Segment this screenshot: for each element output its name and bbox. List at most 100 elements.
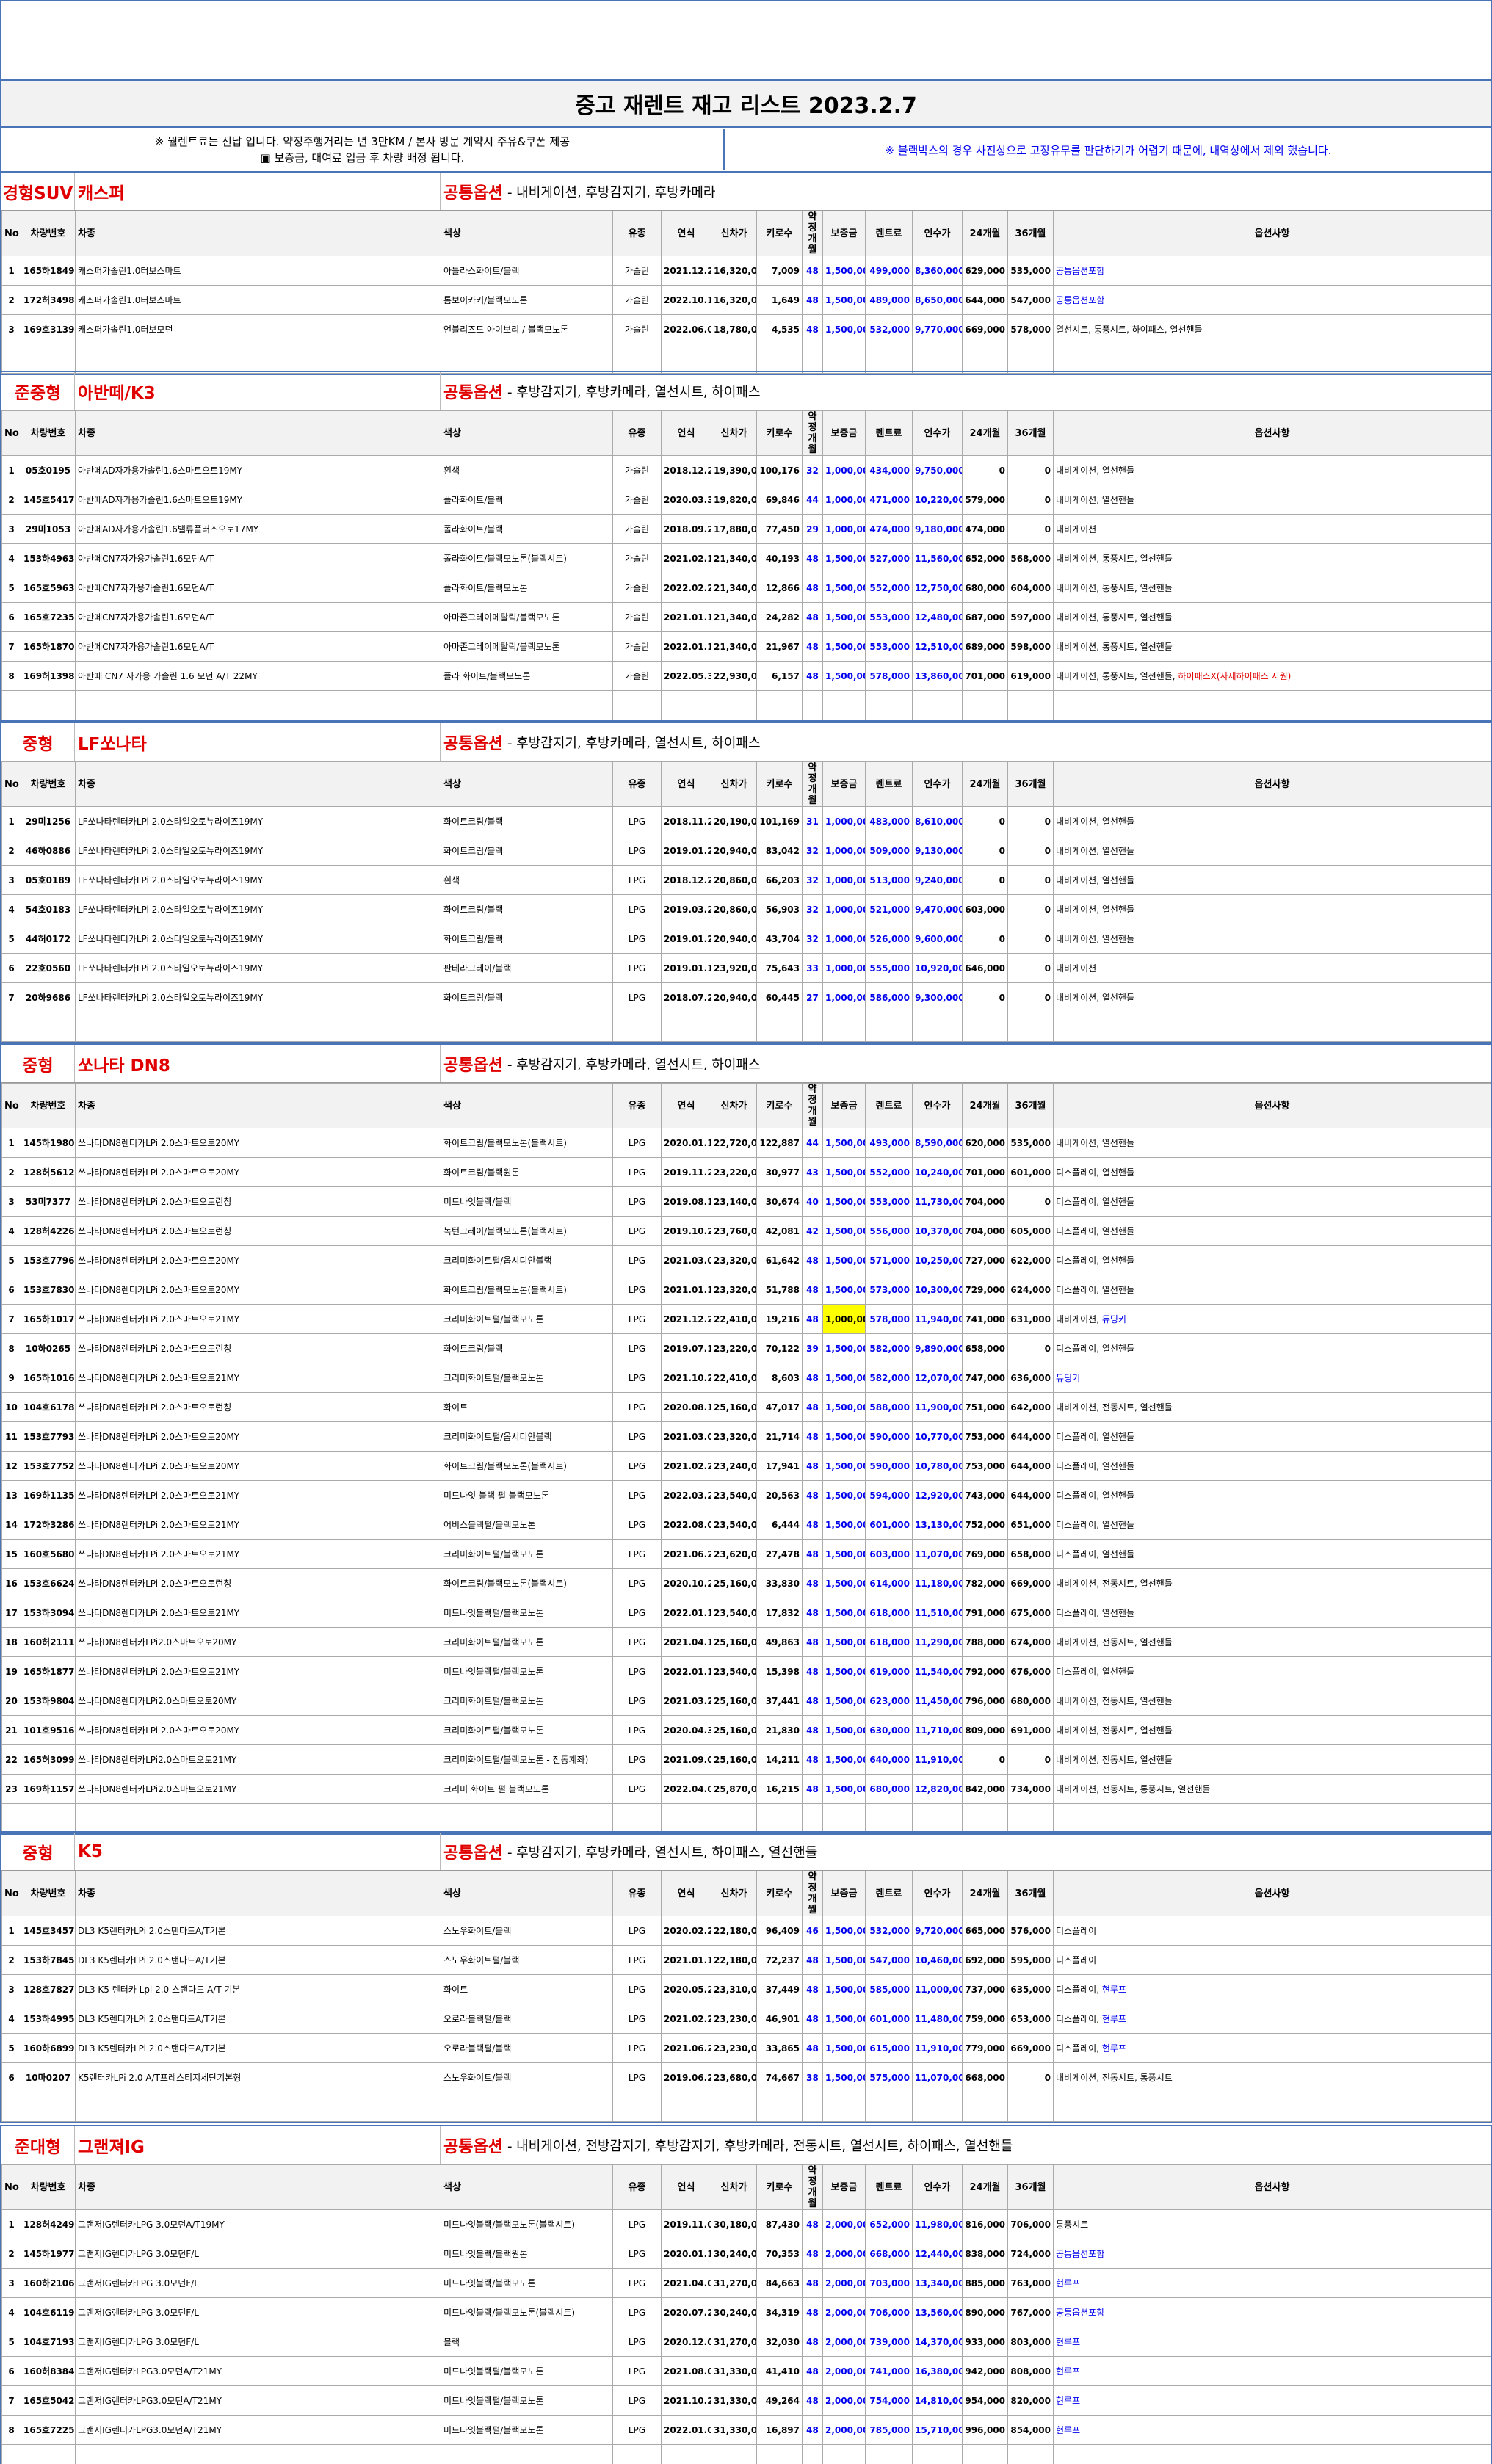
table-empty-row xyxy=(1,2444,1491,2464)
cell-new-price: 22,410,000 xyxy=(711,1363,757,1393)
cell-model: 쏘나타DN8렌터카LPi2.0스마트오토21MY xyxy=(75,1744,441,1775)
cell-rent: 578,000 xyxy=(865,1304,913,1334)
cell-model: 쏘나타DN8렌터카LPi2.0스마트오토21MY xyxy=(75,1774,441,1804)
header-no: No xyxy=(1,761,21,807)
empty-cell xyxy=(756,1803,803,1833)
cell-term: 48 xyxy=(802,1510,823,1540)
page-title: 중고 재렌트 재고 리스트 2023.2.7 xyxy=(1,79,1491,128)
cell-color: 크리미화이트펄/블랙모노톤 xyxy=(441,1304,613,1334)
cell-fuel: LPG xyxy=(612,1945,662,1975)
cell-mileage: 70,122 xyxy=(756,1333,803,1363)
cell-term: 48 xyxy=(802,1598,823,1628)
cell-model: 그랜저IG렌터카LPG3.0모던A/T21MY xyxy=(75,2356,441,2386)
header-year: 연식 xyxy=(661,2164,711,2210)
cell-new-price: 21,340,000 xyxy=(711,543,757,573)
cell-new-price: 30,240,000 xyxy=(711,2239,757,2269)
cell-new-price: 22,180,000 xyxy=(711,1945,757,1975)
cell-color: 폴라화이트/블랙모노톤 xyxy=(441,573,613,603)
cell-rent: 739,000 xyxy=(865,2327,913,2357)
cell-model: 쏘나타DN8렌터카LPi 2.0스마트오토20MY xyxy=(75,1157,441,1187)
cell-new-price: 23,140,000 xyxy=(711,1186,757,1217)
cell-new-price: 31,270,000 xyxy=(711,2268,757,2298)
cell-fuel: LPG xyxy=(612,894,662,924)
cell-mileage: 70,353 xyxy=(756,2239,803,2269)
cell-year: 2021.06.28 xyxy=(661,2033,711,2063)
cell-m36: 724,000 xyxy=(1007,2239,1054,2269)
header-mileage: 키로수 xyxy=(756,1871,803,1916)
cell-color: 흰색 xyxy=(441,455,613,485)
cell-mileage: 12,866 xyxy=(756,573,803,603)
cell-m36: 674,000 xyxy=(1007,1627,1054,1657)
empty-cell xyxy=(711,2092,757,2122)
cell-m36: 0 xyxy=(1007,982,1054,1012)
cell-no: 20 xyxy=(1,1686,21,1716)
cell-m36: 658,000 xyxy=(1007,1539,1054,1569)
cell-deposit: 1,500,000 xyxy=(822,1715,866,1745)
empty-cell xyxy=(612,1803,662,1833)
cell-no: 10 xyxy=(1,1392,21,1422)
cell-rent: 532,000 xyxy=(865,314,913,344)
header-plate: 차량번호 xyxy=(21,761,76,807)
cell-new-price: 30,180,000 xyxy=(711,2209,757,2239)
empty-cell xyxy=(756,2444,803,2464)
cell-deposit: 1,500,000 xyxy=(822,602,866,632)
cell-deposit: 2,000,000 xyxy=(822,2415,866,2445)
cell-plate: 153하4995 xyxy=(21,2004,76,2034)
header-fuel: 유종 xyxy=(612,1871,662,1916)
cell-buyout: 11,070,000 xyxy=(912,2062,963,2092)
cell-plate: 153호7793 xyxy=(21,1421,76,1452)
cell-plate: 153하4963 xyxy=(21,543,76,573)
cell-mileage: 41,410 xyxy=(756,2356,803,2386)
cell-mileage: 60,445 xyxy=(756,982,803,1012)
empty-cell xyxy=(822,344,866,374)
cell-m36: 0 xyxy=(1007,865,1054,895)
cell-no: 8 xyxy=(1,2415,21,2445)
cell-deposit: 1,500,000 xyxy=(822,1916,866,1946)
cell-plate: 128허4249 xyxy=(21,2209,76,2239)
table-row: 15 160호5680 쏘나타DN8렌터카LPi 2.0스마트오토21MY 크리미화이… xyxy=(1,1539,1491,1569)
cell-no: 17 xyxy=(1,1598,21,1628)
cell-year: 2019.10.22 xyxy=(661,1216,711,1246)
empty-cell xyxy=(711,1012,757,1042)
inventory-table: No 차량번호 차종 색상 유종 연식 신차가 키로수 약정 개월 보증금 렌트료 인수가 24개월 36개… xyxy=(1,1871,1491,2122)
cell-buyout: 8,360,000 xyxy=(912,256,963,286)
cell-term: 48 xyxy=(802,2004,823,2034)
cell-term: 48 xyxy=(802,543,823,573)
empty-cell xyxy=(612,1012,662,1042)
cell-fuel: LPG xyxy=(612,2033,662,2063)
header-color: 색상 xyxy=(441,410,613,456)
cell-buyout: 12,070,000 xyxy=(912,1363,963,1393)
empty-cell xyxy=(1053,2092,1491,2122)
cell-mileage: 20,563 xyxy=(756,1480,803,1510)
empty-cell xyxy=(711,690,757,720)
cell-m36: 595,000 xyxy=(1007,1945,1054,1975)
cell-buyout: 15,710,000 xyxy=(912,2415,963,2445)
cell-buyout: 11,900,000 xyxy=(912,1392,963,1422)
cell-color: 흰색 xyxy=(441,865,613,895)
cell-new-price: 23,230,000 xyxy=(711,2004,757,2034)
cell-rent: 573,000 xyxy=(865,1275,913,1305)
cell-m24: 769,000 xyxy=(962,1539,1008,1569)
cell-color: 미드나잇블랙펄/블랙모노톤 xyxy=(441,2356,613,2386)
cell-no: 1 xyxy=(1,455,21,485)
cell-m24: 792,000 xyxy=(962,1656,1008,1686)
cell-rent: 474,000 xyxy=(865,514,913,544)
cell-mileage: 87,430 xyxy=(756,2209,803,2239)
cell-m24: 652,000 xyxy=(962,543,1008,573)
cell-mileage: 56,903 xyxy=(756,894,803,924)
cell-color: 미드나잇블랙펄/블랙모노톤 xyxy=(441,1656,613,1686)
table-header-row: No 차량번호 차종 색상 유종 연식 신차가 키로수 약정 개월 보증금 렌트료 인수가 24개월 36개… xyxy=(1,410,1491,456)
cell-fuel: LPG xyxy=(612,2209,662,2239)
cell-color: 화이트크림/블랙 xyxy=(441,924,613,954)
table-row: 7 165하1870 아반떼CN7자가용가솔린1.6모던A/T 아마존그레이메탈릭/블… xyxy=(1,631,1491,662)
cell-rent: 547,000 xyxy=(865,1945,913,1975)
cell-mileage: 4,535 xyxy=(756,314,803,344)
cell-options: 내비게이션 xyxy=(1053,953,1491,983)
cell-plate: 153호7752 xyxy=(21,1451,76,1481)
cell-options: 디스플레이, 열선핸들 xyxy=(1053,1480,1491,1510)
cell-new-price: 16,320,000 xyxy=(711,285,757,315)
cell-fuel: LPG xyxy=(612,865,662,895)
empty-cell xyxy=(711,344,757,374)
cell-color: 화이트크림/블랙 xyxy=(441,982,613,1012)
cell-m36: 669,000 xyxy=(1007,1568,1054,1598)
